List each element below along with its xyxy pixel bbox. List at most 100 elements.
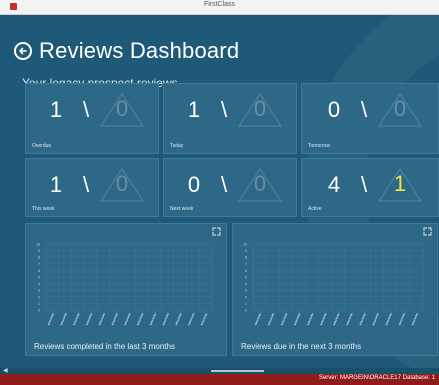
x-tick-label (200, 312, 208, 326)
tile-secondary: 0 (235, 165, 285, 205)
x-tick-label (294, 312, 301, 326)
x-tick-label (320, 312, 327, 326)
x-tick-label (267, 312, 275, 326)
y-tick-label: 9 (245, 249, 247, 253)
status-bar: Server: MARGEIN\ORACLE17 Database: 1 (0, 374, 439, 385)
y-tick-label: 8 (38, 256, 40, 260)
tile-values: 1 \ 0 (164, 90, 296, 130)
tile-secondary: 1 (375, 165, 425, 205)
separator-backslash: \ (360, 172, 368, 197)
x-tick-label (85, 312, 93, 326)
x-tick-label (398, 312, 406, 326)
tile-label: Active (308, 206, 322, 212)
y-tick-label: 9 (38, 249, 40, 253)
expand-icon[interactable] (423, 227, 432, 236)
x-tick-label (47, 312, 55, 326)
tile-secondary: 0 (235, 90, 285, 130)
chart-caption: Reviews completed in the last 3 months (34, 342, 175, 351)
x-tick-label (73, 312, 80, 326)
tile-values: 0 \ 0 (302, 90, 438, 130)
x-tick-label (188, 312, 195, 326)
tile-label: Next week (170, 206, 194, 212)
tile-count: 4 (327, 172, 341, 197)
x-tick-label (359, 312, 366, 326)
y-tick-label: 2 (38, 295, 40, 299)
y-tick-label: 7 (38, 262, 40, 266)
tile-values: 4 \ 1 (302, 165, 438, 205)
status-text: Server: MARGEIN\ORACLE17 Database: 1 (318, 375, 435, 381)
back-button[interactable] (14, 42, 32, 60)
chart-plot: 109876543210 (36, 243, 213, 326)
expand-icon[interactable] (212, 227, 221, 236)
scroll-left-icon[interactable]: ◀ (3, 367, 8, 374)
title-bar: FirstClass (0, 0, 439, 15)
x-tick-label (149, 312, 157, 326)
y-tick-label: 0 (38, 309, 40, 313)
x-tick-label (307, 312, 314, 326)
x-tick-label (175, 312, 182, 326)
x-tick-label (411, 312, 419, 326)
y-tick-label: 2 (245, 295, 247, 299)
page-header: Reviews Dashboard (14, 36, 239, 66)
x-tick-label (162, 312, 170, 326)
tile-secondary-count: 0 (253, 96, 267, 121)
chart-caption: Reviews due in the next 3 months (241, 342, 362, 351)
tile-secondary-count: 0 (253, 171, 267, 196)
x-tick-label (346, 312, 353, 326)
y-tick-label: 8 (245, 256, 247, 260)
tile-count: 1 (187, 97, 201, 122)
tile-count: 0 (327, 97, 341, 122)
tile-secondary: 0 (375, 90, 425, 130)
y-tick-label: 10 (243, 243, 247, 247)
x-tick-label (280, 312, 288, 326)
dashboard-area: Reviews Dashboard Your legacy prospect r… (0, 15, 439, 372)
tile-today[interactable]: 1 \ 0 Today (163, 83, 297, 154)
tile-count: 0 (187, 172, 201, 197)
x-tick-label (385, 312, 393, 326)
y-tick-label: 7 (245, 262, 247, 266)
y-tick-label: 1 (245, 302, 247, 306)
y-tick-label: 0 (245, 309, 247, 313)
y-tick-label: 5 (38, 276, 40, 280)
separator-backslash: \ (82, 97, 90, 122)
tile-label: Today (170, 143, 184, 149)
tile-values: 1 \ 0 (26, 90, 158, 130)
y-tick-label: 6 (245, 269, 247, 273)
tile-active[interactable]: 4 \ 1 Active (301, 158, 439, 217)
back-arrow-icon (19, 47, 27, 55)
tile-secondary-count: 0 (115, 96, 129, 121)
x-tick-label (372, 312, 379, 326)
y-tick-label: 10 (36, 243, 40, 247)
tile-next-week[interactable]: 0 \ 0 Next week (163, 158, 297, 217)
y-tick-label: 5 (245, 276, 247, 280)
tile-count: 1 (49, 172, 63, 197)
tile-tomorrow[interactable]: 0 \ 0 Tomorrow (301, 83, 439, 154)
tile-values: 0 \ 0 (164, 165, 296, 205)
tile-secondary: 0 (97, 165, 147, 205)
tile-label: This week (32, 206, 55, 212)
x-tick-label (60, 312, 67, 326)
tile-overdue[interactable]: 1 \ 0 Overdue (25, 83, 159, 154)
y-tick-label: 4 (38, 282, 40, 286)
tile-count: 1 (49, 97, 63, 122)
scroll-thumb[interactable] (211, 370, 264, 372)
tile-secondary-count: 1 (393, 171, 407, 196)
x-tick-label (98, 312, 106, 326)
y-tick-label: 1 (38, 302, 40, 306)
separator-backslash: \ (220, 97, 228, 122)
tile-values: 1 \ 0 (26, 165, 158, 205)
tile-secondary-count: 0 (115, 171, 129, 196)
separator-backslash: \ (220, 172, 228, 197)
y-tick-label: 4 (245, 282, 247, 286)
y-tick-label: 3 (245, 289, 247, 293)
page-title: Reviews Dashboard (39, 38, 240, 63)
chart-plot: 109876543210 (243, 243, 424, 326)
x-tick-label (124, 312, 131, 326)
tile-this-week[interactable]: 1 \ 0 This week (25, 158, 159, 217)
tile-secondary-count: 0 (393, 96, 407, 121)
x-tick-label (137, 312, 144, 326)
chart-reviews-completed: 10 9 8 7 6 5 4 3 2 1 0 Reviews completed in the la… (25, 223, 227, 356)
x-tick-label (333, 312, 340, 326)
separator-backslash: \ (82, 172, 90, 197)
tile-label: Overdue (32, 143, 52, 149)
